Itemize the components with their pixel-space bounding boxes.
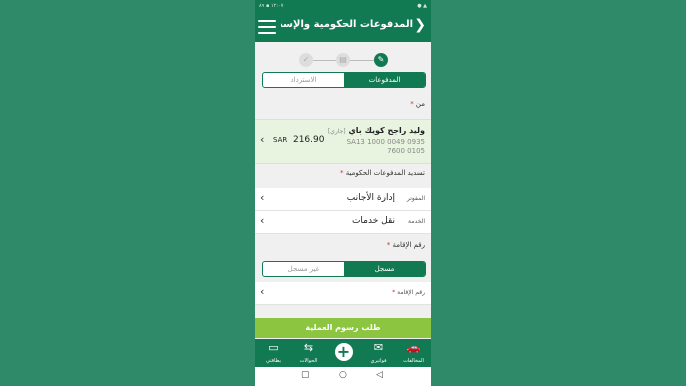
tab-payments[interactable]: المدفوعات [344,73,425,87]
nav-violations[interactable]: 🚗 المخالفات [396,339,431,367]
chevron-left-icon: ‹ [260,191,265,204]
from-account-card[interactable]: وليد راجح كويك باي [جاري] SA13 1000 0049… [255,119,431,164]
step-edit-icon: ✎ [374,53,388,67]
biller-label: المفوتر [406,195,425,202]
request-fees-button[interactable]: طلب رسوم العملية [255,318,431,338]
step-review-icon: ▤ [336,53,350,67]
status-right: ● ▲ [417,3,427,9]
nav-label: فواتيري [370,358,387,364]
step-connector [350,60,374,61]
biller-select[interactable]: المفوتر إدارة الأجانب ‹ [255,188,431,211]
service-label: الخدمة [408,218,425,225]
payment-type-toggle: المدفوعات الاسترداد [262,72,426,88]
step-connector [313,60,336,61]
recent-apps-icon[interactable]: ▢ [301,370,310,380]
tab-unregistered[interactable]: غير مسجل [263,262,344,276]
account-iban: SA13 1000 0049 0935 7600 0105 [346,138,425,155]
nav-add[interactable]: + [326,339,361,367]
transfer-icon: ⇆ [303,341,314,354]
back-arrow-icon[interactable]: ❯ [414,17,426,33]
plus-icon: + [334,343,353,361]
service-value: نقل خدمات [351,216,395,226]
tab-registered[interactable]: مسجل [344,262,425,276]
iqama-type-toggle: مسجل غير مسجل [262,261,426,277]
government-payment-label: تسديد المدفوعات الحكومية * [339,169,425,177]
nav-my-bills[interactable]: ✉ فواتيري [361,339,396,367]
nav-transfers[interactable]: ⇆ الحوالات [291,339,326,367]
back-icon[interactable]: ◁ [376,370,383,380]
service-select[interactable]: الخدمة نقل خدمات ‹ [255,211,431,234]
from-label: من * [410,100,425,108]
account-balance: SAR 216.90 [273,135,325,145]
nav-label: المخالفات [403,358,424,364]
phone-screen: ١٢:٠٧ ▪ ٨٩ ● ▲ المدفوعات الحكومية والإست… [255,0,431,386]
hamburger-menu-icon[interactable] [258,20,276,34]
progress-stepper: ✎ ▤ ✓ [255,52,431,68]
status-bar: ١٢:٠٧ ▪ ٨٩ ● ▲ [255,0,431,12]
chevron-left-icon: ‹ [260,133,265,146]
step-confirm-icon: ✓ [299,53,313,67]
chevron-left-icon: ‹ [260,214,265,227]
chevron-left-icon: ‹ [260,285,265,298]
status-left: ١٢:٠٧ ▪ ٨٩ [259,3,284,9]
iqama-number-select[interactable]: رقم الإقامة * ‹ [255,282,431,305]
nav-my-card[interactable]: ▭ بطاقتي [256,339,291,367]
account-name: وليد راجح كويك باي [جاري] [327,126,425,135]
tab-refund[interactable]: الاسترداد [263,73,344,87]
bill-icon: ✉ [373,341,384,354]
system-navigation-bar: ◁ ○ ▢ [255,367,431,386]
nav-label: الحوالات [299,358,318,364]
app-header: المدفوعات الحكومية والإست... ❯ [255,12,431,42]
nav-label: بطاقتي [265,358,282,364]
bottom-navigation: 🚗 المخالفات ✉ فواتيري + ⇆ الحوالات ▭ بطا… [255,339,431,367]
iqama-field-label: رقم الإقامة * [392,289,425,296]
biller-value: إدارة الأجانب [346,193,395,203]
page-title: المدفوعات الحكومية والإست... [281,19,413,30]
car-icon: 🚗 [406,341,421,354]
card-icon: ▭ [268,341,279,354]
home-icon[interactable]: ○ [339,370,347,380]
iqama-label: رقم الإقامة * [386,241,425,249]
